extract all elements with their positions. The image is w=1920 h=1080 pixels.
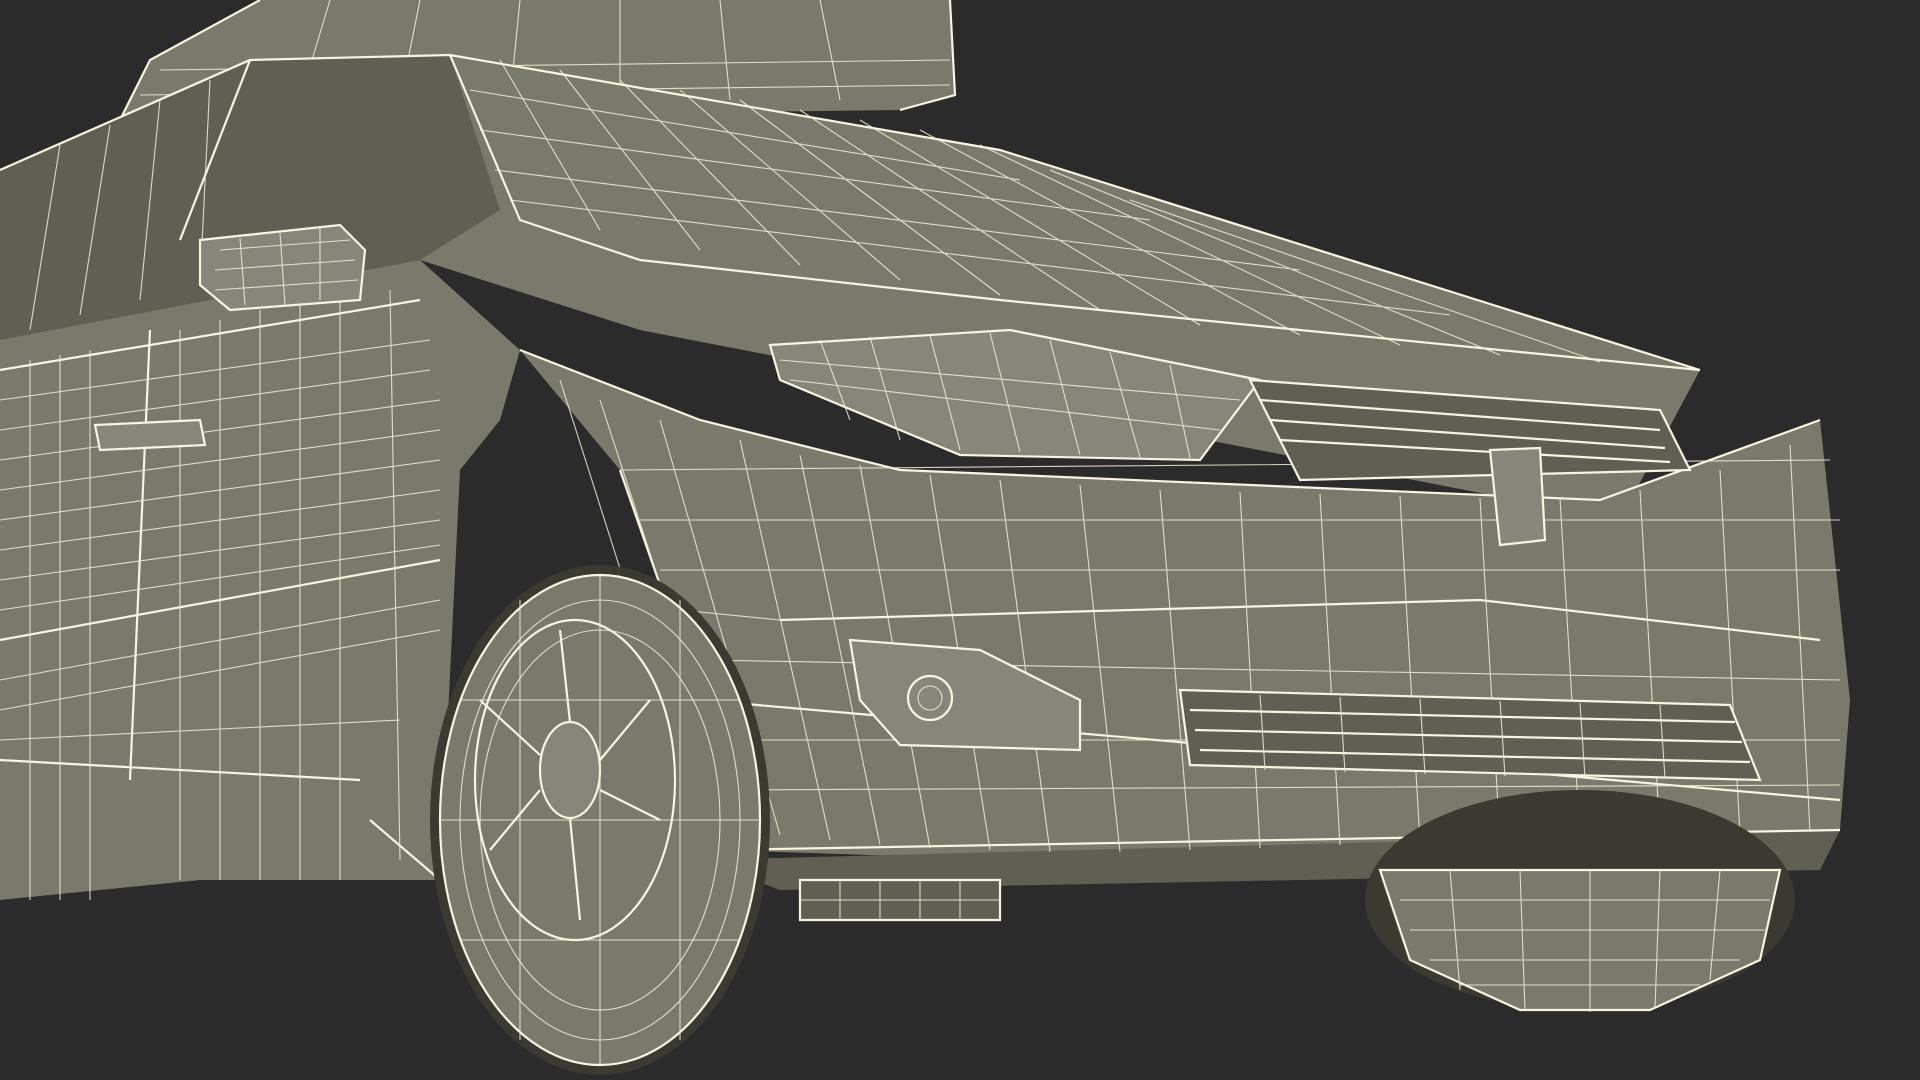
wireframe-car-render [0, 0, 1920, 1080]
front-wheel [430, 565, 770, 1075]
underbody [798, 878, 1002, 922]
lower-grille [1178, 688, 1762, 782]
